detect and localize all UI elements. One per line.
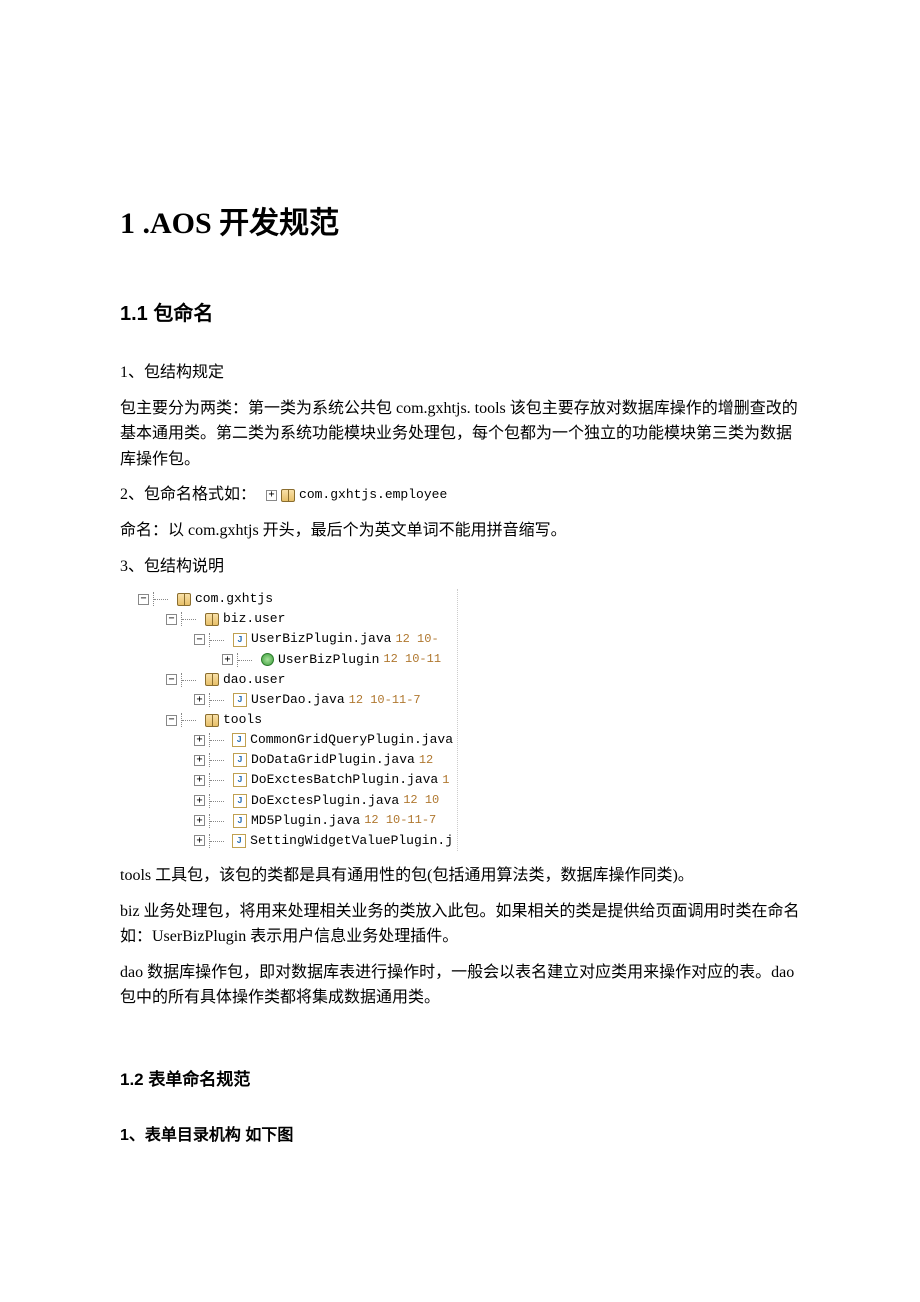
paragraph: tools 工具包，该包的类都是具有通用性的包(包括通用算法类，数据库操作同类)…: [120, 863, 800, 889]
heading-1-1: 1.1 包命名: [120, 298, 800, 330]
tree-node: + CommonGridQueryPlugin.java: [138, 730, 453, 750]
tree-collapse-icon: −: [138, 594, 149, 605]
tree-collapse-icon: −: [194, 634, 205, 645]
java-file-icon: [233, 753, 247, 767]
tree-label: UserBizPlugin.java: [251, 629, 391, 649]
paragraph: 命名：以 com.gxhtjs 开头，最后个为英文单词不能用拼音缩写。: [120, 518, 800, 544]
tree-node: + DoExctesPlugin.java 12 10: [138, 791, 453, 811]
revision: 12 10-11-7: [364, 811, 436, 830]
text: 2、包命名格式如：: [120, 482, 256, 508]
paragraph: dao 数据库操作包，即对数据库表进行操作时，一般会以表名建立对应类用来操作对应…: [120, 960, 800, 1011]
tree-expand-icon: +: [194, 735, 205, 746]
revision: 12 10-11: [383, 650, 441, 669]
package-name: com.gxhtjs.employee: [299, 485, 447, 506]
tree-label: biz.user: [223, 609, 285, 629]
tree-node: + DoDataGridPlugin.java 12: [138, 750, 453, 770]
tree-collapse-icon: −: [166, 674, 177, 685]
package-icon: [205, 673, 219, 686]
paragraph: 1、包结构规定: [120, 360, 800, 386]
tree-label: DoExctesBatchPlugin.java: [251, 770, 438, 790]
paragraph-inline: 2、包命名格式如： + com.gxhtjs.employee: [120, 482, 800, 508]
package-icon: [205, 613, 219, 626]
package-icon: [281, 489, 295, 502]
tree-expand-icon: +: [194, 755, 205, 766]
heading-1: 1 .AOS 开发规范: [120, 200, 800, 248]
tree-expand-icon: +: [194, 694, 205, 705]
tree-node: + DoExctesBatchPlugin.java 1: [138, 770, 453, 790]
tree-label: tools: [223, 710, 262, 730]
tree-collapse-icon: +: [266, 490, 277, 501]
tree-expand-icon: +: [194, 775, 205, 786]
revision: 12 10-: [395, 630, 438, 649]
tree-label: SettingWidgetValuePlugin.j: [250, 831, 453, 851]
package-example: + com.gxhtjs.employee: [262, 483, 451, 508]
java-file-icon: [233, 814, 247, 828]
paragraph: 包主要分为两类：第一类为系统公共包 com.gxhtjs. tools 该包主要…: [120, 396, 800, 473]
tree-collapse-icon: −: [166, 614, 177, 625]
package-icon: [177, 593, 191, 606]
tree-expand-icon: +: [194, 795, 205, 806]
java-file-icon: [233, 693, 247, 707]
class-icon: [261, 653, 274, 666]
tree-node: − tools: [138, 710, 453, 730]
java-file-icon: [232, 834, 246, 848]
tree-node: + MD5Plugin.java 12 10-11-7: [138, 811, 453, 831]
tree-node: − biz.user: [138, 609, 453, 629]
revision: 12 10-11-7: [349, 691, 421, 710]
tree-expand-icon: +: [194, 815, 205, 826]
tree-expand-icon: +: [222, 654, 233, 665]
tree-label: DoExctesPlugin.java: [251, 791, 399, 811]
tree-node: − com.gxhtjs: [138, 589, 453, 609]
tree-node: + UserDao.java 12 10-11-7: [138, 690, 453, 710]
tree-label: com.gxhtjs: [195, 589, 273, 609]
paragraph: 3、包结构说明: [120, 554, 800, 580]
tree-node: + UserBizPlugin 12 10-11: [138, 650, 453, 670]
tree-label: dao.user: [223, 670, 285, 690]
revision: 1: [442, 771, 449, 790]
java-file-icon: [233, 794, 247, 808]
tree-node: − dao.user: [138, 670, 453, 690]
tree-label: UserDao.java: [251, 690, 345, 710]
tree-collapse-icon: −: [166, 715, 177, 726]
paragraph-bold: 1、表单目录机构 如下图: [120, 1123, 800, 1149]
tree-node: − UserBizPlugin.java 12 10-: [138, 629, 453, 649]
tree-node: + SettingWidgetValuePlugin.j: [138, 831, 453, 851]
package-icon: [205, 714, 219, 727]
tree-label: MD5Plugin.java: [251, 811, 360, 831]
tree-label: UserBizPlugin: [278, 650, 379, 670]
heading-1-2: 1.2 表单命名规范: [120, 1066, 800, 1093]
revision: 12: [419, 751, 433, 770]
tree-label: CommonGridQueryPlugin.java: [250, 730, 453, 750]
package-tree: − com.gxhtjs − biz.user − UserBizPlugin.…: [138, 589, 458, 851]
paragraph: biz 业务处理包，将用来处理相关业务的类放入此包。如果相关的类是提供给页面调用…: [120, 899, 800, 950]
tree-expand-icon: +: [194, 835, 205, 846]
java-file-icon: [233, 633, 247, 647]
tree-label: DoDataGridPlugin.java: [251, 750, 415, 770]
java-file-icon: [233, 773, 247, 787]
revision: 12 10: [403, 791, 439, 810]
java-file-icon: [232, 733, 246, 747]
